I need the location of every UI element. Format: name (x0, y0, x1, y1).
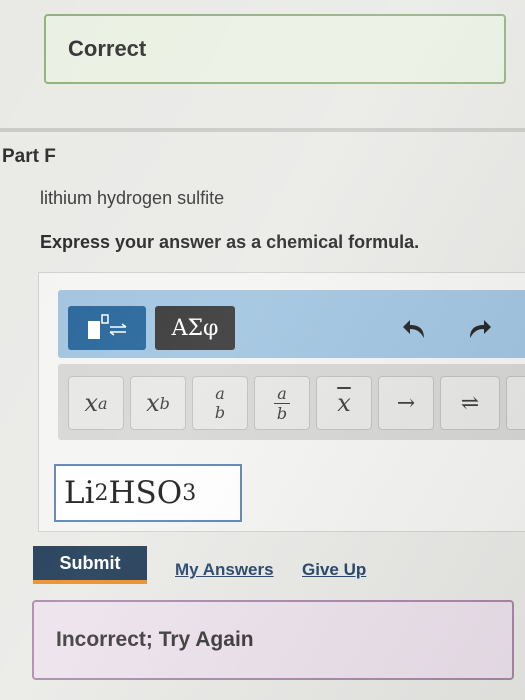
more-keys-button[interactable] (506, 376, 525, 430)
fraction-bar-key-den: b (276, 403, 288, 423)
submit-button[interactable]: Submit (33, 546, 147, 584)
template-icon (88, 314, 127, 339)
fraction-bar-key-num: a (274, 384, 290, 404)
equilibrium-arrow-key[interactable]: ⇌ (440, 376, 500, 430)
correct-feedback-box: Correct (44, 14, 506, 84)
superscript-key-exp: a (98, 393, 108, 413)
compound-name: lithium hydrogen sulfite (40, 188, 225, 208)
formula-li: Li (64, 475, 95, 511)
section-divider (0, 128, 525, 132)
redo-icon[interactable] (462, 312, 496, 346)
undo-icon[interactable] (398, 312, 432, 346)
redo-arrow-icon (470, 320, 491, 338)
fraction-key-num: a (215, 384, 225, 403)
subscript-key[interactable]: xb (130, 376, 186, 430)
part-title: Part F (2, 146, 56, 167)
formula-hso: HSO (108, 475, 183, 511)
reaction-arrow-key[interactable]: → (378, 376, 434, 430)
my-answers-link[interactable]: My Answers (175, 560, 274, 580)
greek-symbols-button[interactable]: ΑΣφ (155, 306, 235, 350)
formula-answer-field[interactable]: Li 2 HSO 3 (54, 464, 242, 522)
incorrect-feedback-text: Incorrect; Try Again (56, 628, 254, 651)
formula-sub-3: 3 (182, 480, 197, 506)
fraction-key[interactable]: a b (192, 376, 248, 430)
subscript-key-base: x (146, 389, 160, 417)
fraction-bar-key[interactable]: a b (254, 376, 310, 430)
question-instruction: Express your answer as a chemical formul… (40, 232, 420, 252)
fraction-key-den: b (214, 403, 226, 422)
undo-arrow-icon (403, 320, 424, 338)
subscript-key-sub: b (159, 393, 170, 413)
superscript-key[interactable]: xa (68, 376, 124, 430)
overbar-key-symbol: x (337, 389, 351, 417)
superscript-key-base: x (84, 389, 98, 417)
give-up-link[interactable]: Give Up (302, 560, 366, 580)
correct-feedback-text: Correct (68, 36, 147, 61)
overbar-key[interactable]: x (316, 376, 372, 430)
template-button[interactable] (68, 306, 146, 350)
formula-sub-2: 2 (94, 480, 109, 506)
incorrect-feedback-box: Incorrect; Try Again (32, 600, 514, 680)
